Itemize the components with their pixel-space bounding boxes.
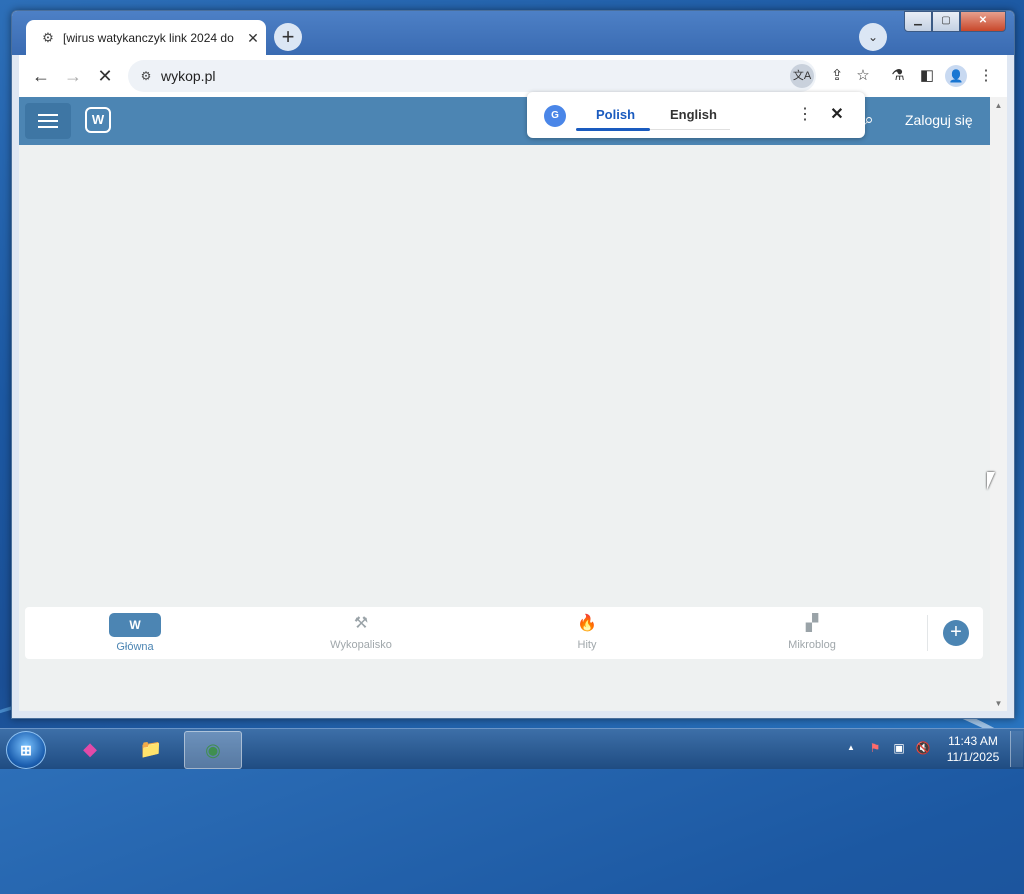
hamburger-menu-button[interactable] <box>25 103 71 139</box>
tab-strip: ⚙ [wirus watykanczyk link 2024 do ✕ + ⌄ … <box>12 11 1014 55</box>
hamburger-icon <box>38 114 58 116</box>
nav-divider <box>927 615 928 651</box>
chrome-taskbar-icon[interactable]: ◉ <box>184 731 242 769</box>
address-url[interactable]: wykop.pl <box>161 68 215 84</box>
taskbar-app-icon[interactable]: ◆ <box>62 731 118 767</box>
tab-close-icon[interactable]: ✕ <box>244 29 262 47</box>
browser-toolbar: ← → ✕ ⚙ wykop.pl 文A ⇪ ☆ ⚗ ◧ 👤 ⋮ <box>19 55 1007 97</box>
loading-icon: ⚙ <box>42 29 54 45</box>
system-clock[interactable]: 11:43 AM 11/1/2025 <box>940 733 1006 765</box>
clock-time: 11:43 AM <box>948 734 998 748</box>
page-scrollbar[interactable]: ▲ ▼ <box>990 97 1007 711</box>
stop-loading-button[interactable]: ✕ <box>93 64 117 88</box>
close-popup-icon[interactable]: ✕ <box>827 105 847 125</box>
translate-icon[interactable]: 文A <box>790 64 814 88</box>
clock-date: 11/1/2025 <box>946 750 1000 764</box>
scroll-down-arrow-icon[interactable]: ▼ <box>990 697 1007 711</box>
address-bar[interactable]: ⚙ wykop.pl 文A <box>128 60 816 92</box>
mouse-cursor-icon <box>987 472 995 490</box>
bottom-navigation: W Główna ⚒ Wykopalisko 🔥 Hity ▞ Mikroblo… <box>25 607 983 659</box>
mikroblog-icon: ▞ <box>805 615 819 632</box>
labs-flask-icon[interactable]: ⚗ <box>888 66 908 86</box>
volume-muted-icon[interactable]: 🔇 <box>914 739 932 757</box>
minimize-button[interactable]: ▁ <box>904 11 932 32</box>
wykop-logo[interactable]: W <box>85 107 111 133</box>
network-icon[interactable]: ▣ <box>890 739 908 757</box>
share-icon[interactable]: ⇪ <box>827 66 847 86</box>
new-tab-button[interactable]: + <box>274 23 302 51</box>
wykop-home-icon: W <box>109 613 161 637</box>
bookmark-star-icon[interactable]: ☆ <box>853 66 873 86</box>
tab-title: [wirus watykanczyk link 2024 do <box>63 30 234 45</box>
taskbar: ⊞ ◆ 📁 ◉ ▲ ⚑ ▣ 🔇 11:43 AM 11/1/2025 <box>0 728 1024 769</box>
file-explorer-icon[interactable]: 📁 <box>123 731 179 767</box>
login-link[interactable]: Zaloguj się <box>905 112 973 128</box>
windows-logo-icon: ⊞ <box>20 742 32 758</box>
scroll-up-arrow-icon[interactable]: ▲ <box>990 99 1007 113</box>
browser-tab[interactable]: ⚙ [wirus watykanczyk link 2024 do ✕ <box>26 20 266 55</box>
page-viewport: W ⌕ Zaloguj się W Główna ⚒ Wykopalisko 🔥… <box>19 97 990 711</box>
shovel-icon: ⚒ <box>353 615 369 632</box>
browser-menu-icon[interactable]: ⋮ <box>976 66 996 86</box>
maximize-button[interactable]: ▢ <box>932 11 960 32</box>
start-button[interactable]: ⊞ <box>6 731 46 769</box>
nav-item-hity[interactable]: 🔥 Hity <box>527 613 647 651</box>
more-options-icon[interactable]: ⋮ <box>797 105 813 125</box>
fire-icon: 🔥 <box>577 615 597 632</box>
action-center-flag-icon[interactable]: ⚑ <box>866 739 884 757</box>
nav-item-wykopalisko[interactable]: ⚒ Wykopalisko <box>301 613 421 651</box>
profile-avatar-icon[interactable]: 👤 <box>945 65 967 87</box>
add-content-button[interactable]: + <box>943 620 969 646</box>
site-info-icon[interactable]: ⚙ <box>138 68 154 84</box>
nav-item-glowna[interactable]: W Główna <box>75 613 195 653</box>
back-button[interactable]: ← <box>29 64 53 88</box>
forward-button[interactable]: → <box>61 64 85 88</box>
tab-search-button[interactable]: ⌄ <box>859 23 887 51</box>
window-controls: ▁ ▢ ✕ <box>904 11 1006 32</box>
active-lang-indicator <box>576 128 650 131</box>
side-panel-icon[interactable]: ◧ <box>917 66 937 86</box>
nav-item-mikroblog[interactable]: ▞ Mikroblog <box>752 613 872 651</box>
lang-tab-polish[interactable]: Polish <box>596 107 635 122</box>
lang-divider <box>650 129 730 130</box>
translate-popup: G Polish English ⋮ ✕ <box>527 92 865 138</box>
google-translate-icon: G <box>544 105 566 127</box>
lang-tab-english[interactable]: English <box>670 107 717 122</box>
close-window-button[interactable]: ✕ <box>960 11 1006 32</box>
show-desktop-button[interactable] <box>1010 731 1023 767</box>
tray-expand-icon[interactable]: ▲ <box>842 739 860 757</box>
